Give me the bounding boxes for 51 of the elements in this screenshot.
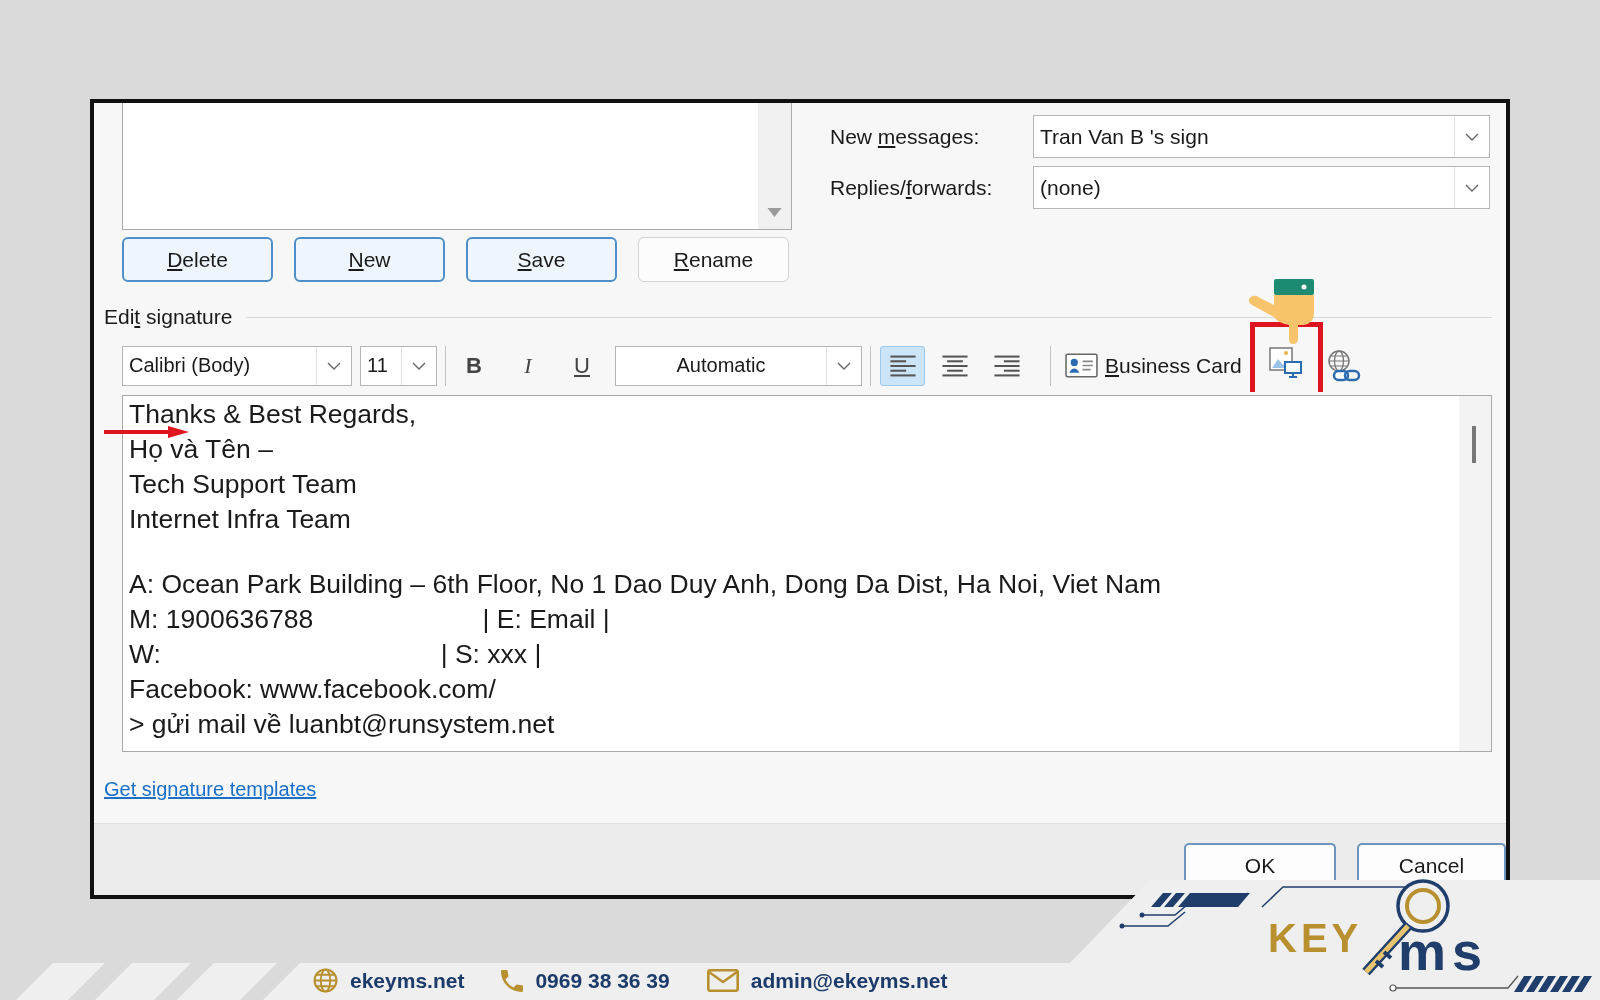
insert-picture-icon[interactable] [1269, 347, 1304, 378]
signature-line: M: 1900636788 | E: Email | [129, 604, 610, 634]
chevron-down-icon [1465, 132, 1479, 141]
dialog-button[interactable]: Cancel [1357, 843, 1506, 880]
font-dropdown[interactable]: Calibri (Body) [122, 345, 352, 386]
scrollbar[interactable] [1459, 396, 1491, 751]
signature-editor[interactable] [122, 395, 1492, 752]
signature-dropdown[interactable]: (none) [1033, 166, 1490, 209]
signature-action-button[interactable]: Delete [122, 237, 273, 282]
phone-icon [501, 969, 524, 992]
section-title: Edit signature [104, 305, 233, 329]
logo-text: KEY [1268, 923, 1363, 953]
phone-number: 0969 38 36 39 [535, 968, 670, 993]
signature-line: > gửi mail về luanbt@runsystem.net [129, 709, 555, 739]
scrollbar-thumb[interactable] [1472, 426, 1476, 463]
chevron-down-icon [1465, 183, 1479, 192]
signature-line: Thanks & Best Regards, [129, 399, 417, 429]
dialog-button[interactable]: OK [1184, 843, 1336, 880]
templates-link[interactable]: Get signature templates [104, 778, 317, 800]
signature-line: A: Ocean Park Building – 6th Floor, No 1 Dao Duy Anh, Dong Da Dist, Ha Noi, Viet Nam [129, 569, 1162, 599]
signature-line: Tech Support Team [129, 469, 357, 499]
signature-line: Facebook: www.facebook.com/ [129, 674, 496, 704]
signature-dropdown[interactable]: Tran Van B 's sign [1033, 115, 1490, 158]
font-color-dropdown[interactable]: Automatic [615, 345, 862, 386]
signature-action-button[interactable]: New [294, 237, 445, 282]
signature-line: Internet Infra Team [129, 504, 351, 534]
signature-action-button[interactable]: Rename [638, 237, 789, 282]
italic-button[interactable]: I [510, 346, 546, 385]
business-card-icon [1065, 353, 1098, 378]
align-left-icon [889, 354, 916, 377]
scrollbar[interactable] [758, 103, 791, 229]
font-size-dropdown[interactable]: 11 [360, 345, 437, 386]
chevron-down-icon [412, 361, 426, 370]
bold-button[interactable]: B [456, 346, 492, 385]
signature-line: W: | S: xxx | [129, 639, 542, 669]
globe-icon [313, 968, 338, 993]
underline-button[interactable]: U [564, 346, 600, 385]
signature-action-button[interactable]: Save [466, 237, 617, 282]
align-center-icon [941, 354, 968, 377]
field-label: Replies/forwards: [830, 175, 993, 200]
website-text: ekeyms.net [350, 968, 465, 993]
email-address: admin@ekeyms.net [750, 968, 948, 993]
signature-line: Họ và Tên – [129, 434, 273, 464]
align-left-button[interactable] [880, 345, 925, 386]
align-right-icon [993, 354, 1020, 377]
field-label: New messages: [830, 124, 980, 149]
mail-icon [706, 969, 739, 992]
hyperlink-icon[interactable] [1326, 349, 1361, 382]
business-card-button[interactable]: Business Card [1065, 346, 1242, 385]
chevron-down-icon [327, 361, 341, 370]
chevron-down-icon [837, 361, 851, 370]
